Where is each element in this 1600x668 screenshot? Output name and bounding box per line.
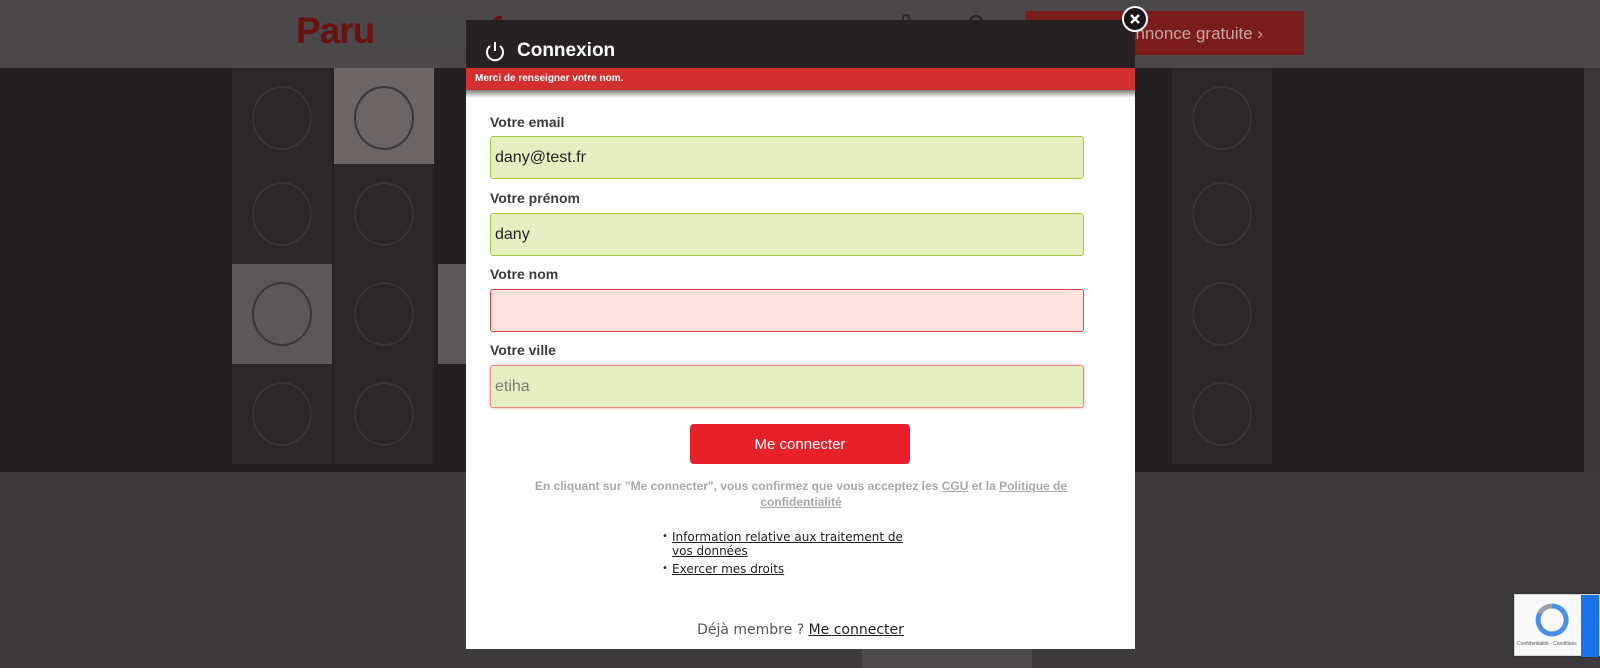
already-member-line: Déjà membre ? Me connecter bbox=[697, 622, 904, 638]
avatar-tile bbox=[334, 364, 434, 464]
map-preview bbox=[862, 646, 1032, 668]
email-field[interactable]: dany@test.fr bbox=[490, 136, 1084, 179]
avatar-tile bbox=[334, 68, 434, 168]
recaptcha-badge[interactable]: Confidentialité - Conditions bbox=[1514, 594, 1600, 657]
city-label: Votre ville bbox=[490, 342, 556, 358]
avatar-tile bbox=[232, 264, 332, 364]
avatar-tile bbox=[334, 164, 434, 264]
avatar-tile bbox=[1172, 68, 1272, 168]
close-modal-button[interactable] bbox=[1122, 6, 1148, 32]
recaptcha-icon bbox=[1535, 603, 1569, 637]
list-item: Exercer mes droits bbox=[662, 562, 922, 576]
list-item: Information relative aux traitement de v… bbox=[662, 530, 922, 558]
modal-header: Connexion bbox=[466, 20, 1135, 68]
lastname-label: Votre nom bbox=[490, 266, 559, 282]
avatar-tile bbox=[1172, 164, 1272, 264]
avatar-tile bbox=[334, 264, 434, 364]
firstname-field[interactable]: dany bbox=[490, 213, 1084, 256]
power-icon bbox=[486, 42, 504, 62]
firstname-label: Votre prénom bbox=[490, 190, 580, 206]
login-submit-button[interactable]: Me connecter bbox=[690, 424, 910, 464]
avatar-tile bbox=[232, 164, 332, 264]
recaptcha-tab bbox=[1581, 595, 1599, 657]
login-modal: Connexion Merci de renseigner votre nom.… bbox=[466, 20, 1135, 649]
error-banner-shadow bbox=[466, 90, 1135, 98]
data-processing-info-link[interactable]: Information relative aux traitement de v… bbox=[672, 530, 903, 558]
city-field[interactable]: etiha bbox=[490, 365, 1084, 408]
modal-title: Connexion bbox=[517, 40, 616, 61]
error-banner: Merci de renseigner votre nom. bbox=[466, 68, 1135, 90]
avatar-tile bbox=[1172, 364, 1272, 464]
exercise-rights-link[interactable]: Exercer mes droits bbox=[672, 562, 784, 576]
avatar-tile bbox=[1172, 264, 1272, 364]
recaptcha-text: Confidentialité - Conditions bbox=[1517, 641, 1577, 647]
data-rights-links: Information relative aux traitement de v… bbox=[662, 530, 922, 580]
terms-notice: En cliquant sur "Me connecter", vous con… bbox=[534, 479, 1068, 509]
avatar-tile bbox=[232, 364, 332, 464]
avatar-tile bbox=[232, 68, 332, 168]
login-link[interactable]: Me connecter bbox=[809, 622, 904, 638]
close-icon bbox=[1130, 14, 1140, 24]
email-label: Votre email bbox=[490, 114, 565, 130]
cgu-link[interactable]: CGU bbox=[942, 479, 969, 493]
lastname-field[interactable] bbox=[490, 289, 1084, 332]
